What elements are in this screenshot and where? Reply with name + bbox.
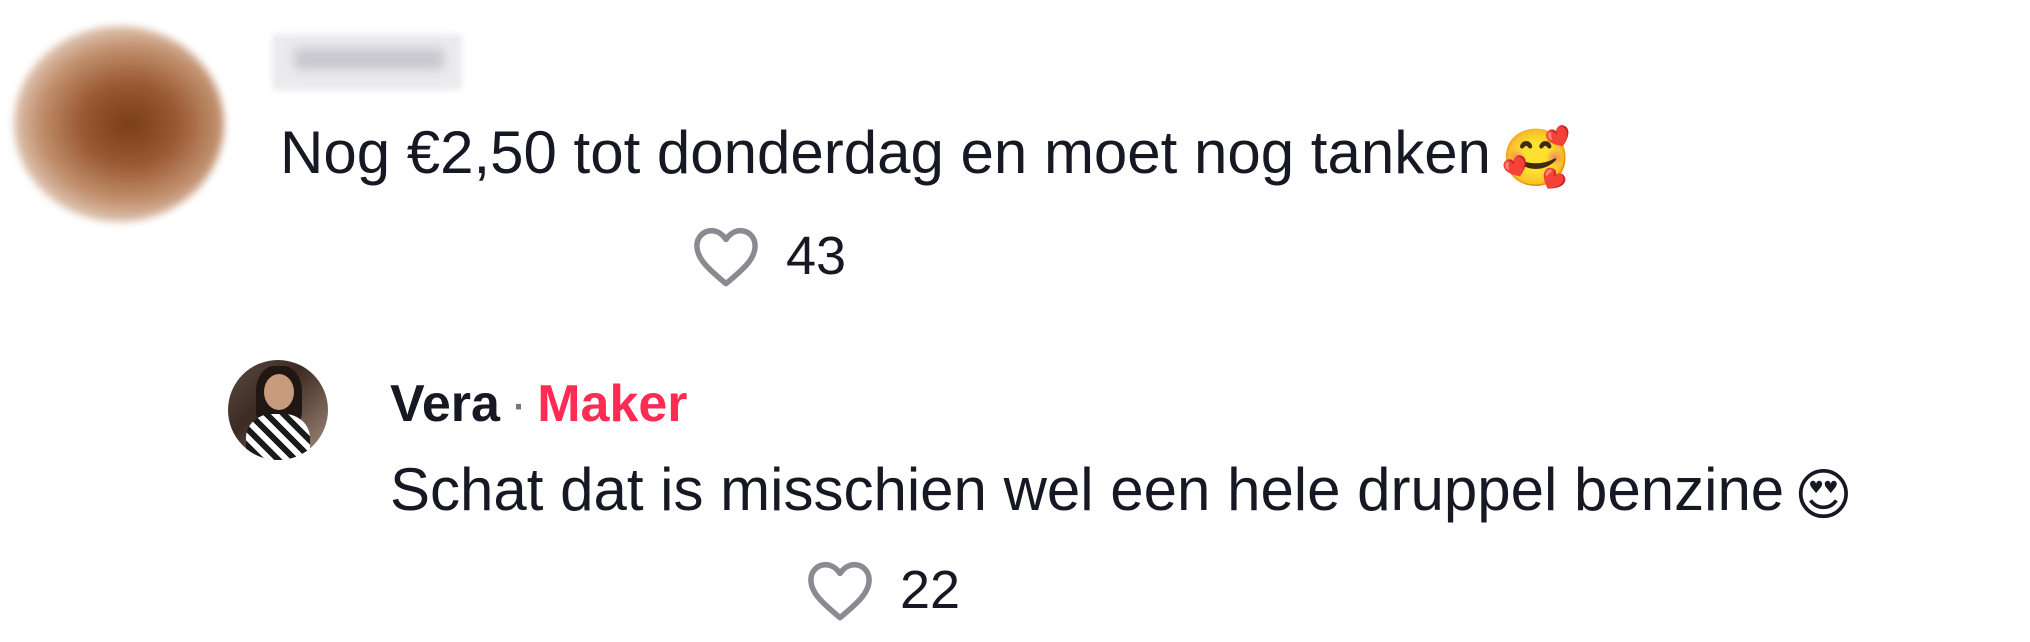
commenter-username-blur [294,48,444,70]
comment-body: Nog €2,50 tot donderdag en moet nog tank… [280,119,1491,186]
commenter-avatar[interactable] [14,26,224,222]
reply-like-row: 22 [804,558,960,622]
heart-eyes-emoji: 😍 [1794,463,1853,526]
heart-icon[interactable] [690,224,762,288]
separator-dot: · [509,375,528,433]
comment-text: Nog €2,50 tot donderdag en moet nog tank… [280,118,1571,188]
creator-avatar[interactable] [228,360,328,460]
maker-badge: Maker [537,375,688,433]
comment-like-count: 43 [786,226,847,286]
smiling-face-with-hearts-emoji: 🥰 [1500,126,1571,189]
heart-icon[interactable] [804,558,876,622]
reply-header: Vera · Maker [390,372,688,436]
reply-body: Schat dat is misschien wel een hele drup… [390,456,1785,523]
reply-like-count: 22 [900,560,961,620]
comment-like-row: 43 [690,224,846,288]
reply-text: Schat dat is misschien wel een hele drup… [390,455,1853,525]
reply-username[interactable]: Vera [390,375,500,433]
